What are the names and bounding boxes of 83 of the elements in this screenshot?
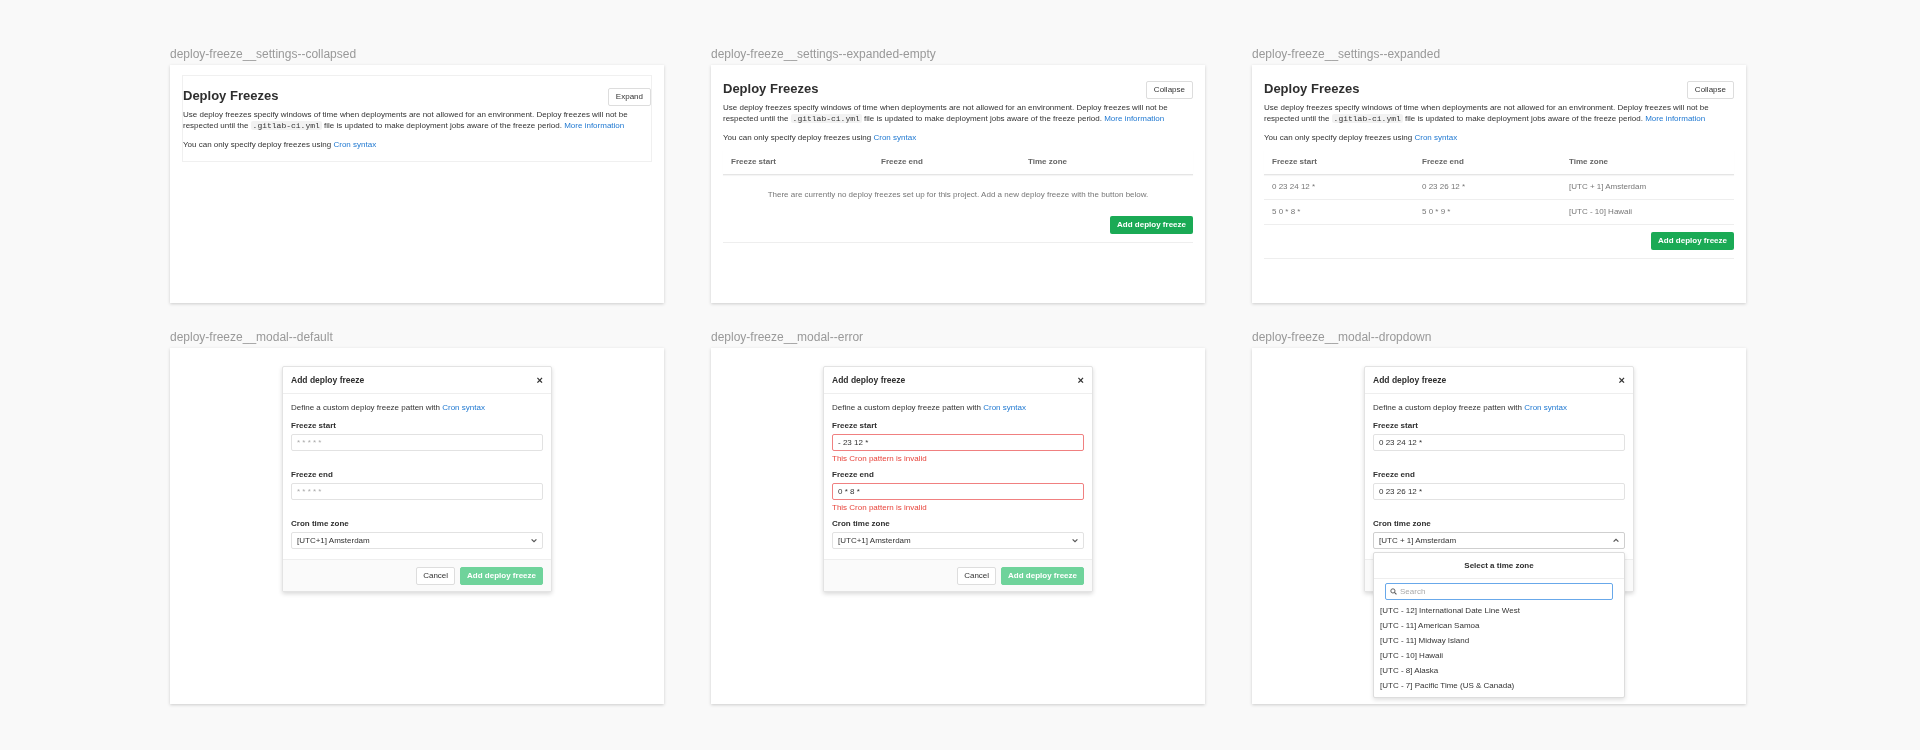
cron-note-text: You can only specify deploy freezes using Cron syntax	[1264, 132, 1459, 144]
field-label: Freeze end	[832, 470, 875, 480]
cancel-button[interactable]: Cancel	[416, 566, 456, 585]
modal-title: Add deploy freeze	[1373, 373, 1447, 387]
close-button[interactable]: ×	[1618, 374, 1625, 386]
column-header: Freeze start	[1271, 156, 1318, 168]
input-field[interactable]: * * * * *	[291, 483, 543, 500]
artboard-label: deploy-freeze__settings--expanded	[1252, 46, 1442, 62]
column-header: Freeze end	[880, 156, 924, 168]
modal-title: Add deploy freeze	[832, 373, 906, 387]
table-cell-text: 5 0 * 9 *	[1421, 206, 1452, 218]
expand-button[interactable]: Expand	[607, 88, 651, 106]
dropdown-item[interactable]: [UTC - 11] American Samoa	[1374, 618, 1624, 633]
field-label: Cron time zone	[291, 519, 350, 529]
collapse-button[interactable]: Collapse	[1145, 81, 1193, 99]
cron-syntax-link[interactable]: Cron syntax	[1414, 133, 1458, 142]
input-field[interactable]: - 23 12 *	[832, 434, 1084, 451]
input-field[interactable]: 0 23 24 12 *	[1373, 434, 1625, 451]
intro-text: Define a custom deploy freeze patten with Cron syntax	[1373, 402, 1568, 414]
cron-note-text: You can only specify deploy freezes using Cron syntax	[183, 139, 378, 151]
more-information-link[interactable]: More information	[564, 121, 625, 130]
caret-icon	[1613, 538, 1619, 543]
more-information-link[interactable]: More information	[1104, 114, 1165, 123]
intro-text: Define a custom deploy freeze patten with Cron syntax	[832, 402, 1027, 414]
search-icon	[1390, 588, 1397, 595]
timezone-select[interactable]: [UTC + 1] Amsterdam	[1373, 532, 1625, 549]
table-cell-text: 0 23 24 12 *	[1271, 181, 1317, 193]
column-header: Freeze start	[730, 156, 777, 168]
artboard-label: deploy-freeze__settings--collapsed	[170, 46, 358, 62]
table-cell-text: 5 0 * 8 *	[1271, 206, 1302, 218]
timezone-select[interactable]: [UTC+1] Amsterdam	[832, 532, 1084, 549]
column-header: Time zone	[1568, 156, 1609, 168]
table-cell-text: [UTC - 10] Hawaii	[1568, 206, 1634, 218]
close-button[interactable]: ×	[536, 374, 543, 386]
more-information-link[interactable]: More information	[1645, 114, 1706, 123]
field-label: Freeze start	[291, 421, 337, 431]
dropdown-item[interactable]: [UTC - 7] Pacific Time (US & Canada)	[1374, 678, 1624, 693]
modal-title: Add deploy freeze	[291, 373, 365, 387]
artboard-label: deploy-freeze__settings--expanded-empty	[711, 46, 937, 62]
dropdown-item[interactable]: [UTC - 12] International Date Line West	[1374, 603, 1624, 618]
caret-icon	[1072, 538, 1078, 543]
artboard-label: deploy-freeze__modal--dropdown	[1252, 329, 1433, 345]
section-title: Deploy Freezes	[723, 81, 819, 97]
cron-syntax-link[interactable]: Cron syntax	[873, 133, 917, 142]
cron-note-text: You can only specify deploy freezes using Cron syntax	[723, 132, 918, 144]
description-text: Use deploy freezes specify windows of time when deployments are not allowed for an environment. Deploy freezes will not be respected until the .gitlab-ci.yml file is updated to make deployment jobs aware of the freeze period. More information	[723, 102, 1169, 124]
table-cell-text: [UTC + 1] Amsterdam	[1568, 181, 1648, 193]
table-cell-text: 0 23 26 12 *	[1421, 181, 1467, 193]
artboard-label: deploy-freeze__modal--default	[170, 329, 334, 345]
input-field[interactable]: 0 23 26 12 *	[1373, 483, 1625, 500]
cron-syntax-link[interactable]: Cron syntax	[333, 140, 377, 149]
dropdown-item[interactable]: [UTC - 8] Alaska	[1374, 663, 1624, 678]
cron-syntax-link[interactable]: Cron syntax	[983, 403, 1026, 412]
field-label: Freeze end	[1373, 470, 1416, 480]
input-field[interactable]: 0 * 8 *	[832, 483, 1084, 500]
field-label: Freeze start	[832, 421, 878, 431]
empty-state-message: There are currently no deploy freezes set up for this project. Add a new deploy freeze with the button below.	[766, 189, 1150, 201]
cron-syntax-link[interactable]: Cron syntax	[442, 403, 485, 412]
field-label: Freeze start	[1373, 421, 1419, 431]
description-text: Use deploy freezes specify windows of time when deployments are not allowed for an environment. Deploy freezes will not be respected until the .gitlab-ci.yml file is updated to make deployment jobs aware of the freeze period. More information	[183, 109, 629, 131]
field-label: Cron time zone	[832, 519, 891, 529]
error-message: This Cron pattern is invalid	[832, 453, 928, 465]
dropdown-title: Select a time zone	[1374, 553, 1624, 579]
section-title: Deploy Freezes	[1264, 81, 1360, 97]
dropdown-item[interactable]: [UTC - 10] Hawaii	[1374, 648, 1624, 663]
field-label: Cron time zone	[1373, 519, 1432, 529]
collapse-button[interactable]: Collapse	[1686, 81, 1734, 99]
column-header: Freeze end	[1421, 156, 1465, 168]
cancel-button[interactable]: Cancel	[957, 566, 997, 585]
artboard-label: deploy-freeze__modal--error	[711, 329, 865, 345]
column-header: Time zone	[1027, 156, 1068, 168]
dropdown-item[interactable]: [UTC - 11] Midway Island	[1374, 633, 1624, 648]
search-field[interactable]: Search	[1385, 583, 1613, 600]
intro-text: Define a custom deploy freeze patten with Cron syntax	[291, 402, 486, 414]
caret-icon	[531, 538, 537, 543]
description-text: Use deploy freezes specify windows of time when deployments are not allowed for an environment. Deploy freezes will not be respected until the .gitlab-ci.yml file is updated to make deployment jobs aware of the freeze period. More information	[1264, 102, 1710, 124]
section-title: Deploy Freezes	[183, 88, 279, 104]
close-button[interactable]: ×	[1077, 374, 1084, 386]
error-message: This Cron pattern is invalid	[832, 502, 928, 514]
input-field[interactable]: * * * * *	[291, 434, 543, 451]
timezone-select[interactable]: [UTC+1] Amsterdam	[291, 532, 543, 549]
field-label: Freeze end	[291, 470, 334, 480]
cron-syntax-link[interactable]: Cron syntax	[1524, 403, 1567, 412]
